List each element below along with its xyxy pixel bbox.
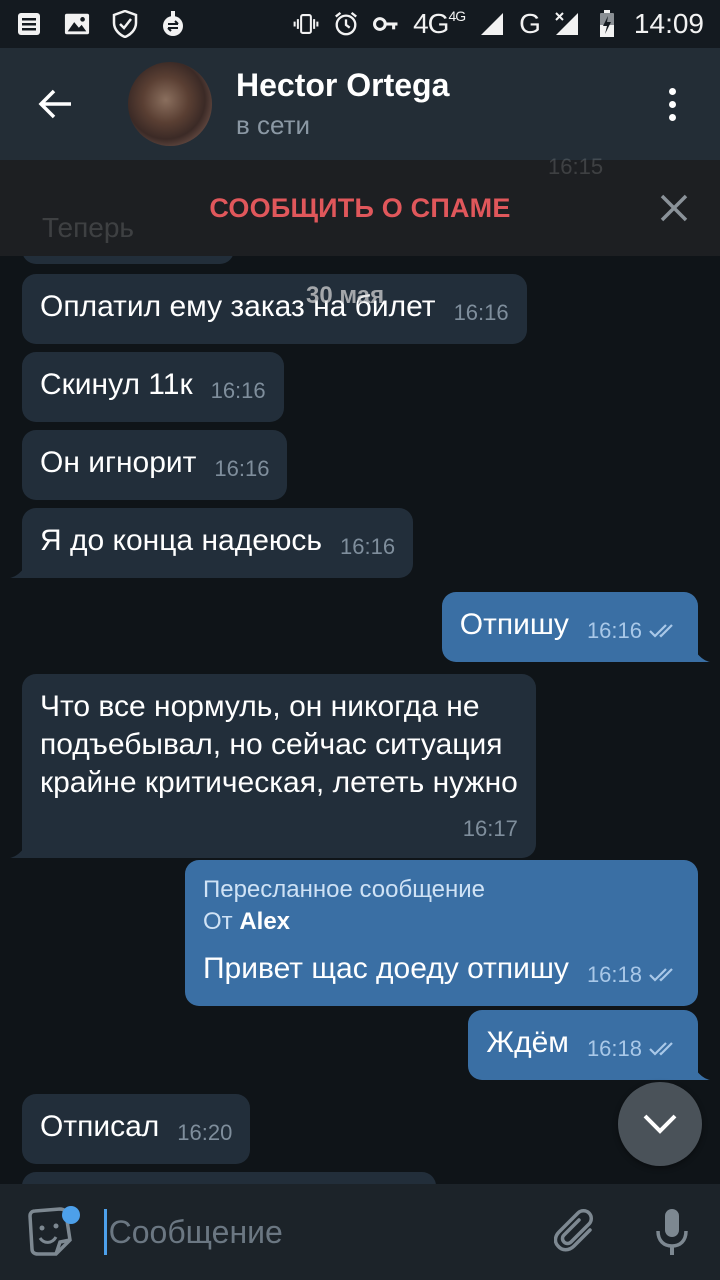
scroll-down-button[interactable] xyxy=(618,1082,702,1166)
forward-label: Пересланное сообщение xyxy=(202,876,486,903)
message-text: Скинул 11к xyxy=(40,368,193,401)
message-bubble xyxy=(22,256,234,264)
forward-author[interactable]: Alex xyxy=(239,908,290,935)
double-check-icon xyxy=(649,1042,673,1056)
sync-icon xyxy=(160,11,186,37)
gallery-icon xyxy=(64,11,90,37)
date-chip: 30 мая xyxy=(306,282,385,309)
message-bubble-outgoing: Ждём 16:18 xyxy=(468,1010,710,1080)
message-time: 16:16 xyxy=(210,378,266,403)
double-check-icon xyxy=(649,624,673,638)
message-bubble-outgoing: Отпишу 16:16 xyxy=(441,592,710,662)
microphone-icon xyxy=(656,1209,688,1255)
paperclip-icon xyxy=(554,1209,594,1252)
message-meta: 16:18 xyxy=(587,956,680,994)
message-text: Он игнорит xyxy=(40,446,197,479)
message-text: Я до конца надеюсь xyxy=(40,524,323,557)
notification-dot xyxy=(62,1206,80,1224)
chevron-down-icon xyxy=(643,1114,677,1134)
key-icon xyxy=(373,11,399,37)
message-composer xyxy=(0,1184,720,1280)
message-bubble: Скинул 11к 16:16 xyxy=(22,352,284,422)
message-text: Отпишу xyxy=(459,608,569,641)
more-menu-button[interactable] xyxy=(624,48,720,160)
report-spam-button[interactable]: СООБЩИТЬ О СПАМЕ xyxy=(209,193,510,224)
ghost-message-time: 16:15 xyxy=(548,154,604,179)
message-text-line: подъебывал, но сейчас ситуация xyxy=(40,728,503,761)
bubble-tail xyxy=(690,1060,710,1080)
message-meta: 16:18 xyxy=(587,1030,680,1068)
message-text-line: Что все нормуль, он никогда не xyxy=(40,690,480,723)
message-time: 16:17 xyxy=(462,816,518,841)
sticker-button[interactable] xyxy=(0,1184,100,1280)
attach-button[interactable] xyxy=(529,1184,625,1280)
message-time: 16:20 xyxy=(177,1120,233,1145)
bubble-tail xyxy=(690,642,710,662)
shield-icon xyxy=(112,10,138,38)
clock: 14:09 xyxy=(633,8,704,39)
message-time: 16:16 xyxy=(214,456,270,481)
message-input[interactable] xyxy=(106,1213,529,1251)
bubble-tail xyxy=(10,558,30,578)
report-spam-bar: Теперь 16:15 СООБЩИТЬ О СПАМЕ xyxy=(0,154,720,256)
close-icon[interactable] xyxy=(656,190,692,226)
online-status: в сети xyxy=(236,110,311,140)
more-vertical-icon xyxy=(668,87,676,121)
arrow-left-icon xyxy=(38,89,71,119)
signal-icon xyxy=(479,11,505,37)
message-time: 16:18 xyxy=(586,1036,642,1061)
message-text: Ждём xyxy=(486,1026,569,1059)
ghost-message-text: Теперь xyxy=(42,212,134,243)
status-bar: 4G4G G 14:09 xyxy=(0,0,720,48)
chat-header: Hector Ortega в сети xyxy=(0,48,720,160)
message-time: 16:16 xyxy=(340,534,396,559)
battery-charging-icon xyxy=(594,10,620,37)
message-bubble-forwarded: Пересланное сообщение От Alex Привет щас… xyxy=(184,860,698,1006)
message-bubble: Что все нормуль, он никогда не подъебыва… xyxy=(10,674,536,858)
back-button[interactable] xyxy=(0,48,110,160)
chat-title-block[interactable]: Hector Ortega в сети xyxy=(236,67,449,141)
vibrate-icon xyxy=(293,11,319,37)
message-time: 16:16 xyxy=(586,618,642,643)
message-time: 16:16 xyxy=(453,300,509,325)
message-bubble xyxy=(22,1172,436,1184)
message-text-line: крайне критическая, лететь нужно xyxy=(40,766,518,799)
message-bubble: Я до конца надеюсь 16:16 xyxy=(10,508,414,578)
message-text: Привет щас доеду отпишу xyxy=(202,952,569,985)
chat-title: Hector Ortega xyxy=(236,67,450,103)
alarm-icon xyxy=(333,11,359,37)
message-meta: 16:16 xyxy=(587,612,680,650)
message-bubble: Оплатил ему заказ на билет 16:16 xyxy=(22,274,527,344)
message-list[interactable]: Оплатил ему заказ на билет 16:16 30 мая С… xyxy=(0,256,720,1184)
notes-icon xyxy=(16,11,42,37)
message-time: 16:18 xyxy=(586,962,642,987)
double-check-icon xyxy=(649,968,673,982)
voice-record-button[interactable] xyxy=(624,1184,720,1280)
network-type-4g: 4G4G xyxy=(413,8,466,39)
forward-from: От Alex xyxy=(202,908,291,935)
bubble-tail xyxy=(10,838,30,858)
avatar[interactable] xyxy=(128,62,212,146)
signal-no-data-icon xyxy=(554,11,580,37)
message-text: Отписал xyxy=(40,1110,160,1143)
message-bubble: Он игнорит 16:16 xyxy=(22,430,288,500)
network-type-g: G xyxy=(519,8,541,39)
message-bubble: Отписал 16:20 xyxy=(22,1094,251,1164)
